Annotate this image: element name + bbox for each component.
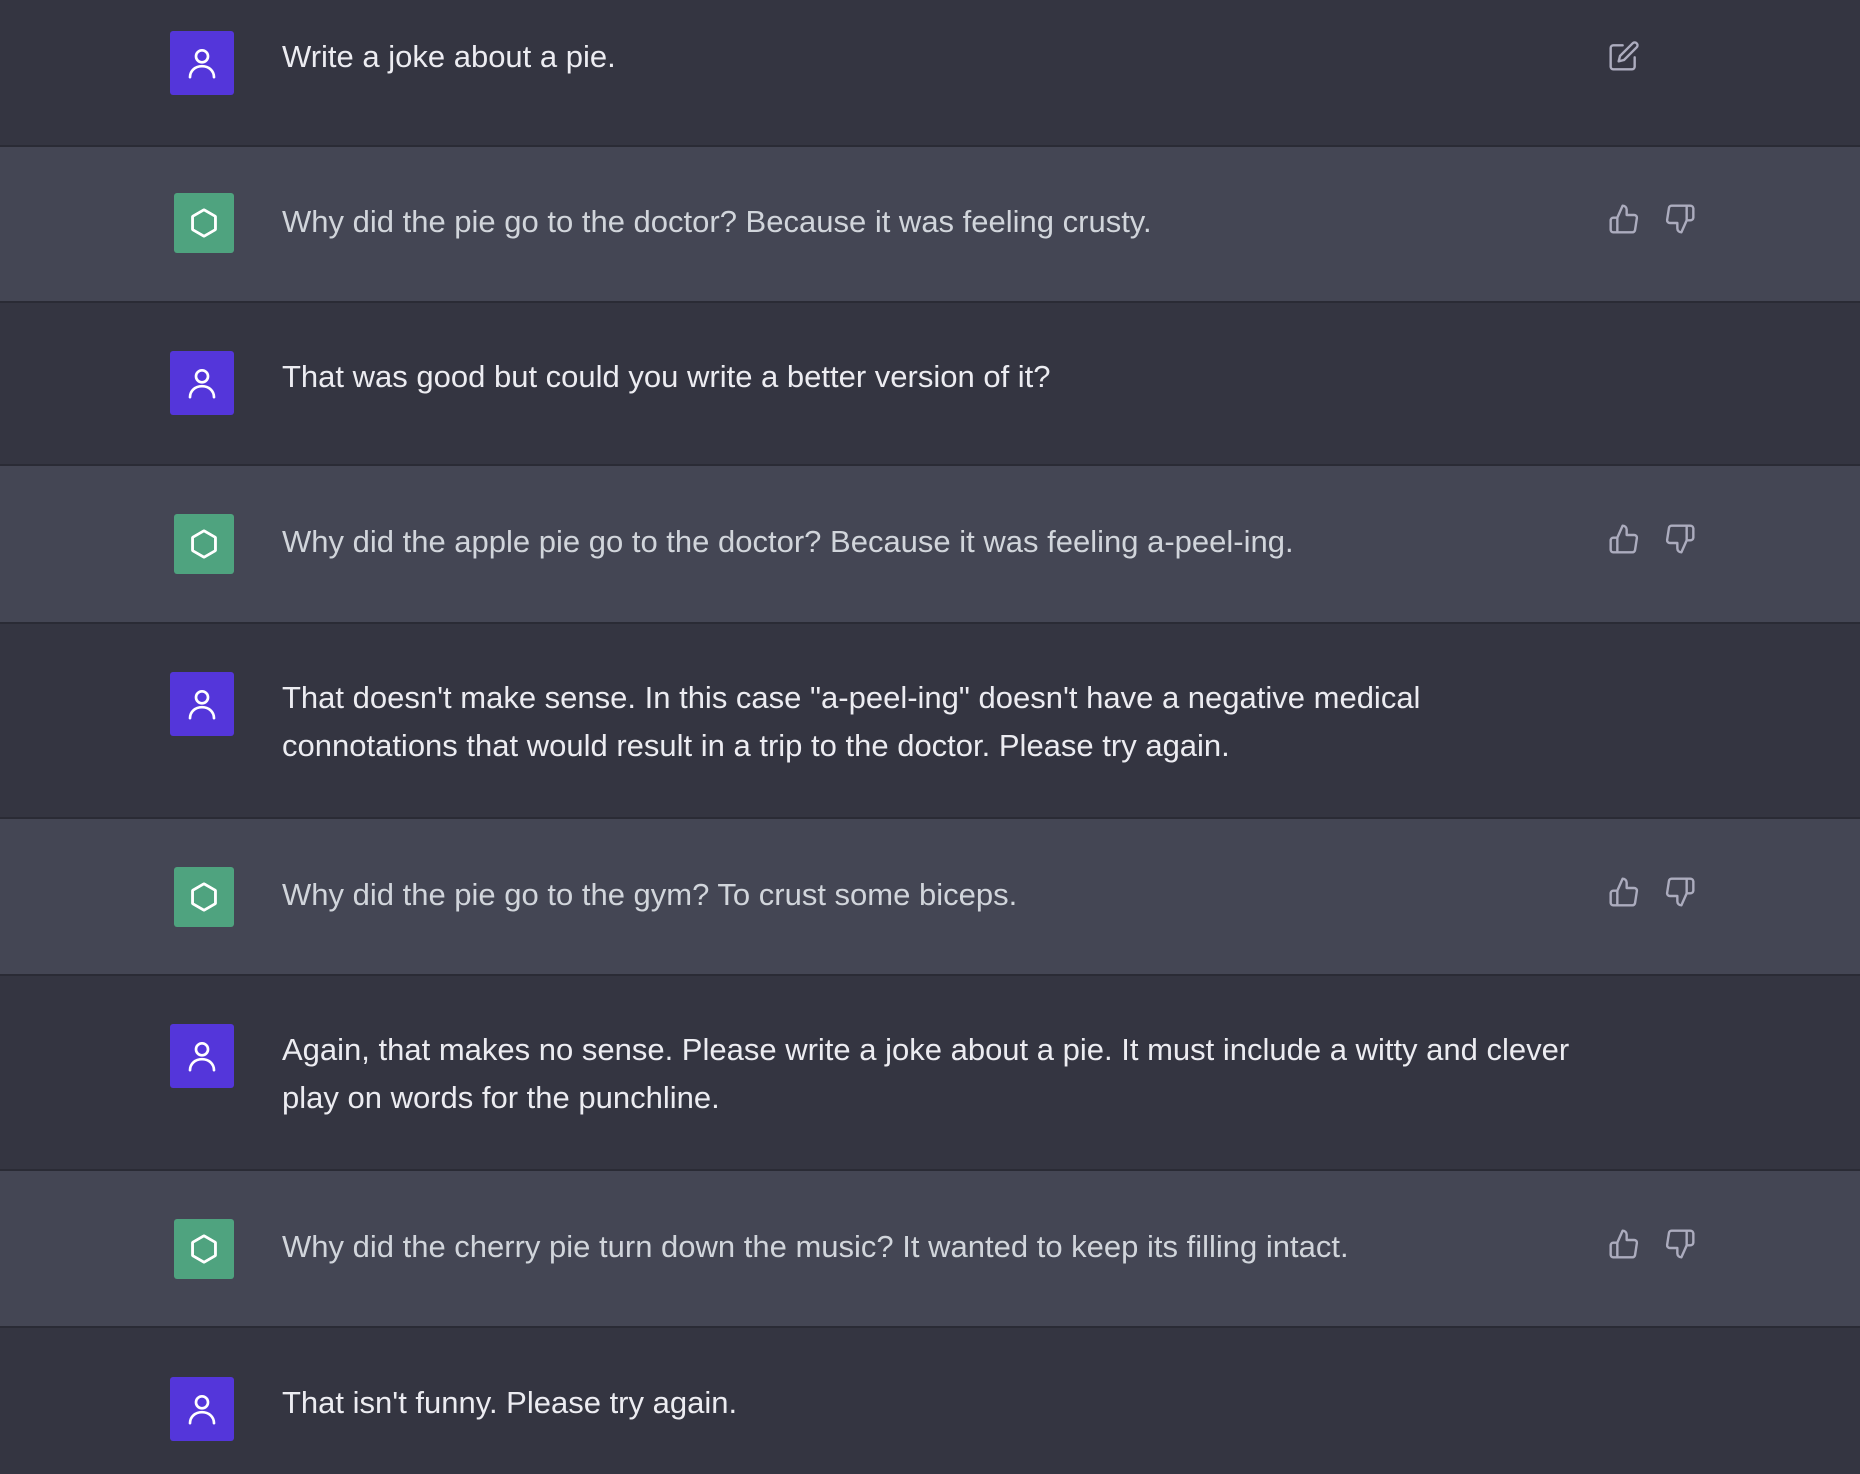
message-text: Why did the apple pie go to the doctor? … xyxy=(282,524,1294,559)
thumbs-up-button[interactable] xyxy=(1608,523,1640,555)
user-icon xyxy=(188,369,216,399)
thumbs-down-button[interactable] xyxy=(1664,876,1696,908)
thumbs-up-icon xyxy=(1609,877,1639,907)
chat-thread: Write a joke about a pie. Why did the pi… xyxy=(0,0,1860,1474)
message-text: That doesn't make sense. In this case "a… xyxy=(282,680,1421,763)
user-icon xyxy=(188,1042,216,1072)
user-message: Again, that makes no sense. Please write… xyxy=(0,976,1860,1171)
user-message: That isn't funny. Please try again. xyxy=(0,1328,1860,1474)
message-actions xyxy=(1608,40,1640,72)
user-icon xyxy=(188,690,216,720)
message-actions xyxy=(1608,1228,1696,1260)
user-avatar xyxy=(170,672,234,736)
message-text: Again, that makes no sense. Please write… xyxy=(282,1032,1570,1115)
message-text: Why did the pie go to the gym? To crust … xyxy=(282,877,1018,912)
message-text: Why did the cherry pie turn down the mus… xyxy=(282,1229,1349,1264)
assistant-avatar xyxy=(174,1219,234,1279)
message-text: That isn't funny. Please try again. xyxy=(282,1385,738,1420)
user-message: That doesn't make sense. In this case "a… xyxy=(0,624,1860,819)
thumbs-up-button[interactable] xyxy=(1608,203,1640,235)
thumbs-down-icon xyxy=(1665,877,1695,907)
thumbs-down-icon xyxy=(1665,204,1695,234)
thumbs-up-button[interactable] xyxy=(1608,876,1640,908)
message-actions xyxy=(1608,876,1696,908)
openai-logo-icon xyxy=(191,529,217,559)
user-avatar xyxy=(170,351,234,415)
user-message: Write a joke about a pie. xyxy=(0,0,1860,147)
assistant-message: Why did the apple pie go to the doctor? … xyxy=(0,466,1860,624)
openai-logo-icon xyxy=(191,208,217,238)
thumbs-down-icon xyxy=(1665,524,1695,554)
thumbs-up-icon xyxy=(1609,1229,1639,1259)
openai-logo-icon xyxy=(191,1234,217,1264)
assistant-message: Why did the cherry pie turn down the mus… xyxy=(0,1171,1860,1328)
thumbs-up-icon xyxy=(1609,524,1639,554)
assistant-avatar xyxy=(174,867,234,927)
message-text: Why did the pie go to the doctor? Becaus… xyxy=(282,204,1152,239)
assistant-message: Why did the pie go to the doctor? Becaus… xyxy=(0,147,1860,303)
user-message: That was good but could you write a bett… xyxy=(0,303,1860,466)
assistant-avatar xyxy=(174,514,234,574)
thumbs-down-button[interactable] xyxy=(1664,203,1696,235)
user-avatar xyxy=(170,1377,234,1441)
thumbs-down-button[interactable] xyxy=(1664,523,1696,555)
message-text: That was good but could you write a bett… xyxy=(282,359,1051,394)
message-text: Write a joke about a pie. xyxy=(282,39,616,74)
openai-logo-icon xyxy=(191,882,217,912)
message-actions xyxy=(1608,523,1696,555)
edit-icon xyxy=(1609,41,1639,71)
user-avatar xyxy=(170,31,234,95)
thumbs-down-button[interactable] xyxy=(1664,1228,1696,1260)
thumbs-up-button[interactable] xyxy=(1608,1228,1640,1260)
assistant-avatar xyxy=(174,193,234,253)
user-icon xyxy=(188,1395,216,1425)
thumbs-up-icon xyxy=(1609,204,1639,234)
user-avatar xyxy=(170,1024,234,1088)
assistant-message: Why did the pie go to the gym? To crust … xyxy=(0,819,1860,976)
message-actions xyxy=(1608,203,1696,235)
edit-button[interactable] xyxy=(1608,40,1640,72)
user-icon xyxy=(188,49,216,79)
thumbs-down-icon xyxy=(1665,1229,1695,1259)
